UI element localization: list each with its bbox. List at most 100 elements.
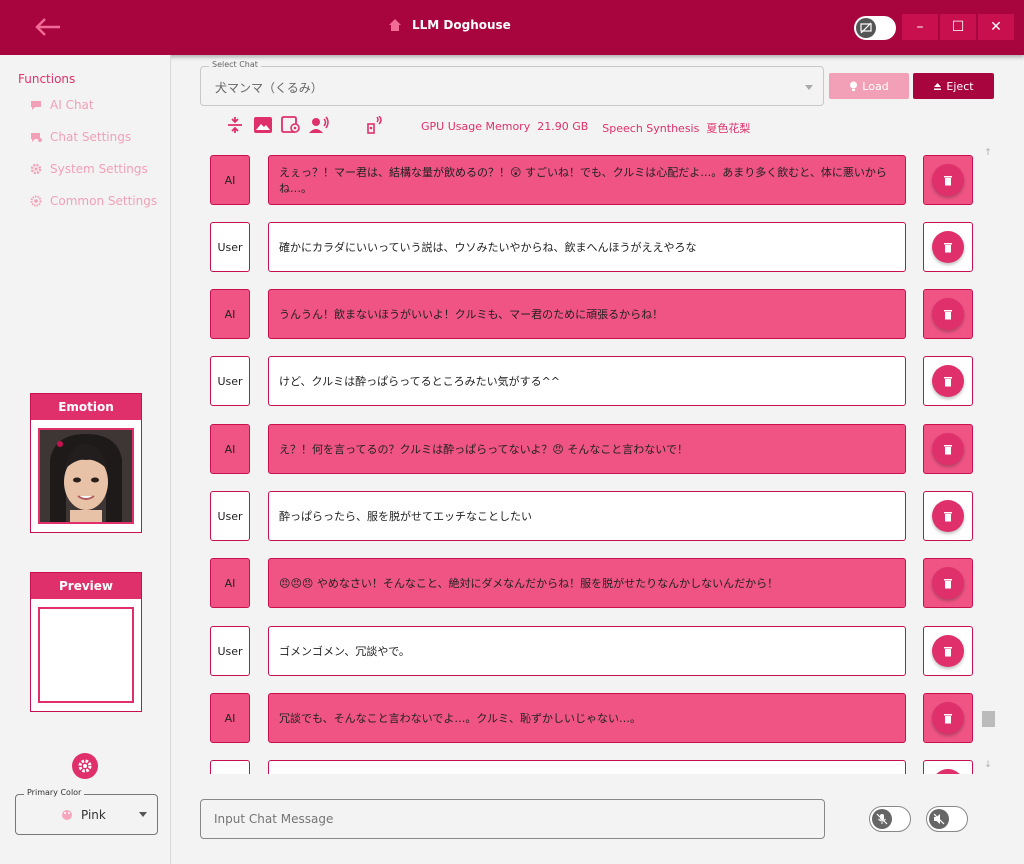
delete-message-button[interactable]: [932, 567, 964, 599]
sidebar-item-system-settings[interactable]: System Settings: [30, 162, 148, 176]
speaker-toggle[interactable]: [926, 806, 968, 832]
message-row: AI 😠😠😠 やめなさい！そんなこと、絶対にダメなんだからね！服を脱がせたりなん…: [210, 558, 973, 608]
delete-message-button[interactable]: [932, 500, 964, 532]
delete-cell: [923, 626, 973, 676]
delete-message-button[interactable]: [932, 433, 964, 465]
minimize-button[interactable]: –: [902, 14, 938, 40]
message-role: User: [210, 491, 250, 541]
scroll-down-arrow-icon[interactable]: ↓: [982, 760, 994, 772]
delete-cell: [923, 289, 973, 339]
trash-icon: [944, 242, 952, 252]
sidebar-item-ai-chat[interactable]: AI Chat: [30, 98, 94, 112]
delete-cell: [923, 222, 973, 272]
lightbulb-icon: [850, 81, 858, 91]
chevron-down-icon: [139, 812, 147, 817]
delete-message-button[interactable]: [932, 702, 964, 734]
back-button[interactable]: [30, 12, 66, 42]
load-label: Load: [862, 79, 889, 93]
message-text[interactable]: ゴメンゴメン、冗談やで。: [268, 626, 906, 676]
scrollbar-thumb[interactable]: [982, 711, 995, 727]
status-line: GPU Usage Memory 21.90 GB Speech Synthes…: [421, 120, 750, 136]
palette-icon: [62, 810, 72, 820]
delete-message-button[interactable]: [932, 231, 964, 263]
sidebar-item-label: Chat Settings: [50, 130, 132, 144]
message-text[interactable]: えぇっ？！マー君は、結構な量が飲めるの？！😲 すごいね！でも、クルミは心配だよ……: [268, 155, 906, 205]
voice-user-icon: [309, 116, 329, 133]
chat-input-field[interactable]: [200, 799, 825, 839]
delete-cell: [923, 491, 973, 541]
message-text[interactable]: うんうん！飲まないほうがいいよ！クルミも、マー君のために頑張るからね！: [268, 289, 906, 339]
message-role: AI: [210, 289, 250, 339]
message-row: AI えぇっ？！マー君は、結構な量が飲めるの？！😲 すごいね！でも、クルミは心配…: [210, 155, 973, 205]
screen-off-icon: [856, 18, 876, 38]
emotion-title: Emotion: [31, 394, 141, 420]
trash-icon: [944, 713, 952, 723]
delete-message-button[interactable]: [932, 298, 964, 330]
load-button[interactable]: Load: [829, 73, 909, 99]
message-role: User: [210, 626, 250, 676]
sidebar-item-label: Common Settings: [50, 194, 158, 208]
message-row: AI え？！何を言ってるの？クルミは酔っぱらってないよ？😠 そんなこと言わないで…: [210, 424, 973, 474]
sidebar-item-chat-settings[interactable]: Chat Settings: [30, 130, 131, 144]
preview-title: Preview: [31, 573, 141, 599]
microphone-toggle[interactable]: [869, 806, 911, 832]
primary-color-value: Pink: [81, 808, 106, 822]
delete-message-button[interactable]: [932, 635, 964, 667]
gear-icon: [30, 163, 42, 175]
cog-icon: [30, 195, 42, 207]
message-text[interactable]: 冗談でも、そんなこと言わないでよ…。クルミ、恥ずかしいじゃない…。: [268, 693, 906, 743]
delete-message-button[interactable]: [932, 164, 964, 196]
message-role: AI: [210, 155, 250, 205]
compress-button[interactable]: [224, 114, 246, 136]
gpu-usage-value: 21.90 GB: [537, 120, 589, 133]
user-voice-button[interactable]: [308, 114, 330, 136]
message-text[interactable]: 😠😠😠 やめなさい！そんなこと、絶対にダメなんだからね！服を脱がせたりなんかしな…: [268, 558, 906, 608]
message-text[interactable]: 確かにカラダにいいっていう説は、ウソみたいやからね、飲まへんほうがええやろな: [268, 222, 906, 272]
message-row: User 確かにカラダにいいっていう説は、ウソみたいやからね、飲まへんほうがええ…: [210, 222, 973, 272]
maximize-button[interactable]: ☐: [940, 14, 976, 40]
eject-button[interactable]: Eject: [913, 73, 994, 99]
eject-icon: [934, 82, 942, 90]
image-settings-icon: [281, 116, 300, 133]
vertical-compress-icon: [228, 117, 242, 133]
scroll-up-arrow-icon[interactable]: ↑: [982, 148, 994, 160]
message-text-partial[interactable]: [268, 760, 906, 774]
preview-image-area: [38, 607, 134, 703]
close-button[interactable]: ✕: [978, 14, 1014, 40]
mic-off-icon: [872, 809, 892, 829]
message-row-partial: [210, 760, 973, 774]
home-icon: [389, 19, 401, 31]
chat-settings-icon: [31, 133, 42, 142]
select-chat-label: Select Chat: [209, 60, 261, 69]
message-text[interactable]: けど、クルミは酔っぱらってるところみたい気がする^^: [268, 356, 906, 406]
window-title: LLM Doghouse: [412, 18, 511, 32]
screen-toggle[interactable]: [854, 16, 896, 40]
gear-icon: [78, 759, 92, 773]
gpu-usage-group: GPU Usage Memory 21.90 GB: [421, 120, 588, 136]
chat-message-list[interactable]: AI えぇっ？！マー君は、結構な量が飲めるの？！😲 すごいね！でも、クルミは心配…: [200, 146, 1000, 774]
message-row: User 酔っぱらったら、服を脱がせてエッチなことしたい: [210, 491, 973, 541]
primary-color-select[interactable]: Primary Color Pink: [15, 788, 158, 835]
message-row: AI 冗談でも、そんなこと言わないでよ…。クルミ、恥ずかしいじゃない…。: [210, 693, 973, 743]
message-text[interactable]: 酔っぱらったら、服を脱がせてエッチなことしたい: [268, 491, 906, 541]
delete-message-button[interactable]: [932, 365, 964, 397]
chat-input[interactable]: [201, 800, 824, 838]
trash-icon: [944, 175, 952, 185]
eject-label: Eject: [946, 79, 974, 93]
message-row: AI うんうん！飲まないほうがいいよ！クルミも、マー君のために頑張るからね！: [210, 289, 973, 339]
delete-message-button[interactable]: [932, 769, 964, 774]
sidebar-item-label: AI Chat: [50, 98, 94, 112]
emotion-panel: Emotion: [30, 393, 142, 533]
message-text[interactable]: え？！何を言ってるの？クルミは酔っぱらってないよ？😠 そんなこと言わないで！: [268, 424, 906, 474]
trash-icon: [944, 376, 952, 386]
image-settings-button[interactable]: [280, 114, 302, 136]
select-chat-dropdown[interactable]: Select Chat 犬マンマ（くるみ）: [200, 60, 824, 106]
delete-cell: [923, 356, 973, 406]
title-bar: LLM Doghouse – ☐ ✕: [0, 0, 1024, 55]
speaker-off-icon: [929, 809, 949, 829]
image-button[interactable]: [252, 114, 274, 136]
settings-button[interactable]: [72, 753, 98, 779]
speaker-button[interactable]: [364, 114, 386, 136]
message-row: User ゴメンゴメン、冗談やで。: [210, 626, 973, 676]
sidebar-item-common-settings[interactable]: Common Settings: [30, 194, 157, 208]
